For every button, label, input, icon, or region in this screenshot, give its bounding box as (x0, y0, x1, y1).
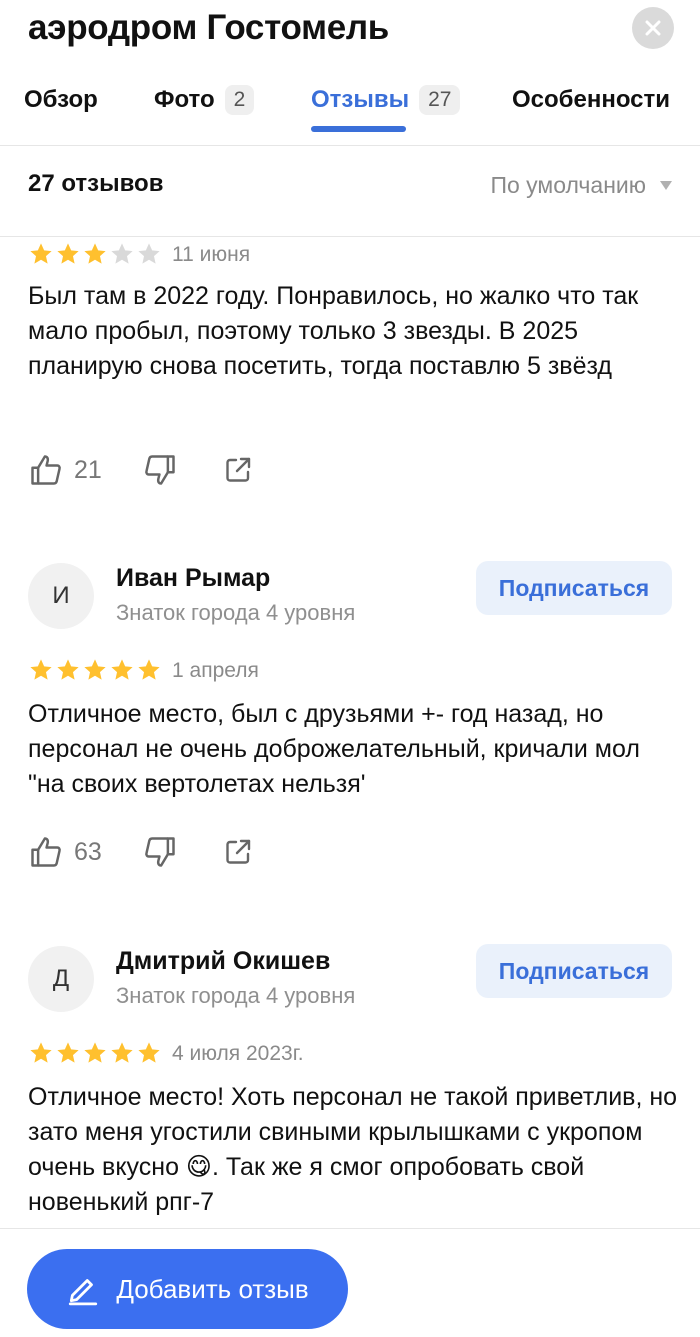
share-icon (226, 457, 251, 482)
share-button[interactable] (222, 836, 254, 868)
star-empty-icon (138, 243, 160, 264)
tab-label: Обзор (24, 86, 98, 113)
reviews-summary: 27 отзывов По умолчанию (0, 146, 700, 236)
tab-count-badge: 2 (224, 85, 255, 115)
tab-features[interactable]: Особенности (512, 72, 670, 128)
subscribe-button[interactable]: Подписаться (476, 944, 672, 998)
review-actions: 21 (28, 450, 254, 490)
star-filled-icon (57, 659, 79, 680)
close-button[interactable] (632, 7, 674, 49)
review-actions: 63 (28, 832, 254, 872)
rating-stars (28, 241, 163, 267)
review-text: Был там в 2022 году. Понравилось, но жал… (28, 282, 639, 380)
thumbs-down-icon (144, 837, 175, 867)
tab-photo[interactable]: Фото 2 (154, 72, 255, 128)
star-filled-icon (111, 1042, 133, 1063)
avatar[interactable]: Д (28, 946, 94, 1012)
tab-reviews[interactable]: Отзывы 27 (311, 72, 461, 128)
reviews-count: 27 отзывов (28, 170, 164, 197)
review-text: Отличное место! Хоть персонал не такой п… (28, 1083, 678, 1216)
review-date: 11 июня (172, 243, 251, 266)
like-button[interactable]: 63 (28, 834, 102, 870)
review-date: 4 июля 2023г. (172, 1042, 304, 1065)
review-text: Отличное место, был с друзьями +- год на… (28, 700, 640, 798)
page-title: аэродром Гостомель (28, 8, 390, 47)
review-date: 1 апреля (172, 659, 259, 682)
star-filled-icon (57, 243, 79, 264)
active-tab-indicator (311, 126, 406, 132)
pencil-icon (69, 1279, 98, 1306)
star-filled-icon (138, 1042, 160, 1063)
like-button[interactable]: 21 (28, 452, 102, 488)
sort-dropdown[interactable]: По умолчанию (490, 172, 672, 199)
tab-overview[interactable]: Обзор (24, 72, 98, 128)
tab-label: Особенности (512, 86, 671, 113)
tab-label: Отзывы (311, 86, 410, 113)
star-filled-icon (30, 243, 52, 264)
tab-count-badge: 27 (419, 85, 461, 115)
thumbs-up-icon (31, 837, 61, 867)
author-name[interactable]: Иван Рымар (116, 564, 270, 593)
share-icon (226, 839, 251, 864)
like-count: 63 (74, 837, 102, 866)
close-icon (645, 20, 661, 36)
author-level: Знаток города 4 уровня (116, 983, 356, 1008)
thumbs-up-icon (31, 455, 61, 485)
star-filled-icon (138, 659, 160, 680)
tabs: Обзор Фото 2 Отзывы 27 Особенности (0, 72, 700, 134)
star-filled-icon (30, 1042, 52, 1063)
dislike-button[interactable] (142, 834, 178, 870)
thumbs-down-icon (144, 455, 175, 485)
add-review-label: Добавить отзыв (116, 1273, 309, 1304)
sort-label: По умолчанию (490, 172, 646, 198)
star-filled-icon (84, 1042, 106, 1063)
rating-stars (28, 657, 163, 683)
star-filled-icon (30, 659, 52, 680)
subscribe-button[interactable]: Подписаться (476, 561, 672, 615)
star-filled-icon (84, 659, 106, 680)
like-count: 21 (74, 455, 102, 484)
author-name[interactable]: Дмитрий Окишев (116, 947, 330, 976)
author-level: Знаток города 4 уровня (116, 600, 356, 625)
star-filled-icon (84, 243, 106, 264)
caret-down-icon (660, 181, 672, 190)
star-empty-icon (111, 243, 133, 264)
avatar[interactable]: И (28, 563, 94, 629)
reviews-list[interactable]: 11 июня Был там в 2022 году. Понравилось… (0, 237, 700, 1227)
bottom-bar: Добавить отзыв (0, 1228, 700, 1337)
star-filled-icon (57, 1042, 79, 1063)
share-button[interactable] (222, 454, 254, 486)
header: аэродром Гостомель Обзор Фото 2 Отзывы 2… (0, 0, 700, 145)
tab-label: Фото (154, 86, 215, 113)
rating-stars (28, 1040, 163, 1066)
add-review-button[interactable]: Добавить отзыв (27, 1249, 348, 1329)
dislike-button[interactable] (142, 452, 178, 488)
star-filled-icon (111, 659, 133, 680)
